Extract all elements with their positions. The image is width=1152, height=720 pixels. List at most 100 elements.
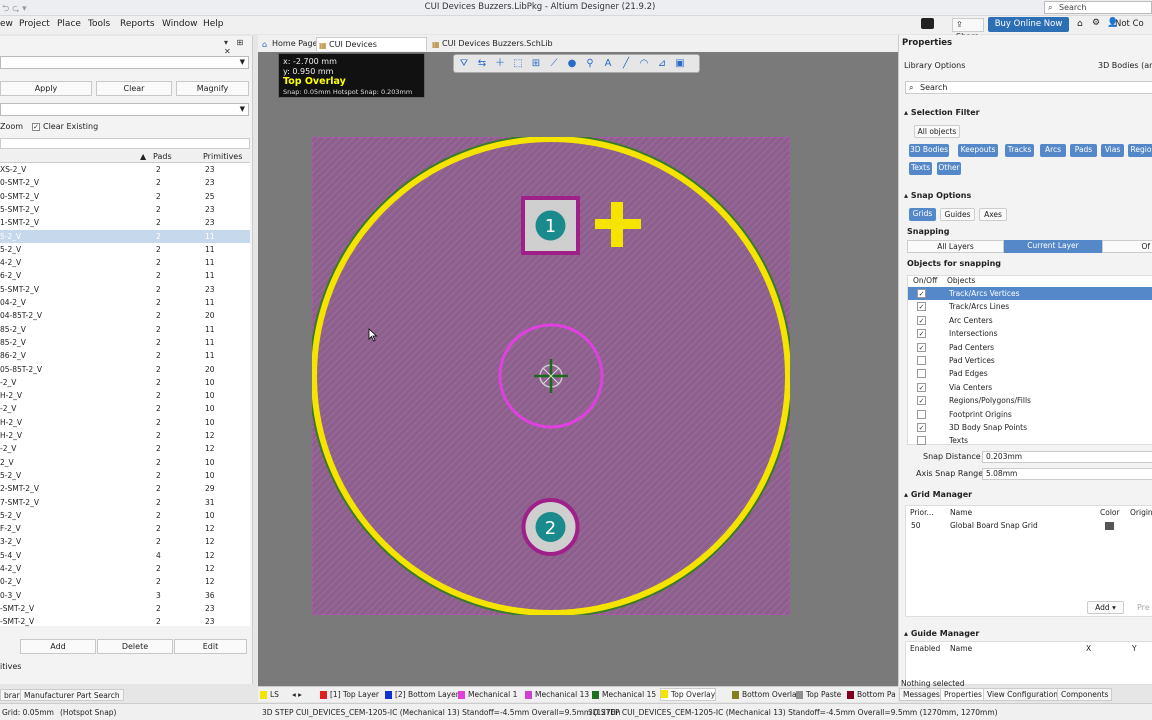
measure-icon[interactable]: ⊿ — [655, 57, 669, 71]
select-rect-icon[interactable]: ⬚ — [511, 57, 525, 71]
menu-help[interactable]: Help — [203, 19, 224, 29]
arc-icon[interactable]: ◠ — [637, 57, 651, 71]
tab-components[interactable]: Components — [1057, 688, 1113, 701]
table-row[interactable]: 3-2_V 2 12 — [0, 535, 250, 548]
col-pads[interactable]: Pads — [153, 152, 172, 161]
table-row[interactable]: XS-2_V 2 23 — [0, 163, 250, 176]
layer-tab[interactable]: Top Overlay — [660, 688, 717, 701]
table-row[interactable]: -2_V 2 10 — [0, 376, 250, 389]
table-row[interactable]: 0-3_V 3 36 — [0, 589, 250, 602]
menu-place[interactable]: Place — [57, 19, 81, 29]
snap-object-row[interactable]: Footprint Origins — [908, 408, 1152, 421]
menu-window[interactable]: Window — [162, 19, 198, 29]
snap-checkbox[interactable] — [917, 436, 926, 446]
zoom-checkbox-label[interactable]: Zoom — [0, 122, 23, 131]
snap-checkbox[interactable]: ✓ — [917, 289, 926, 298]
delete-button[interactable]: Delete — [97, 639, 173, 654]
home-icon[interactable]: ⌂ — [1077, 19, 1083, 29]
snap-checkbox[interactable]: ✓ — [917, 342, 926, 352]
table-row[interactable]: 5-SMT-2_V 2 23 — [0, 203, 250, 216]
menu-tools[interactable]: Tools — [88, 19, 110, 29]
sort-icon[interactable]: ▲ — [140, 152, 146, 161]
table-row[interactable]: 05-85T-2_V 2 20 — [0, 363, 250, 376]
table-row[interactable]: 5-SMT-2_V 2 23 — [0, 283, 250, 296]
snap-distance-input[interactable]: 0.203mm — [982, 451, 1152, 463]
snap-grids-button[interactable]: Grids — [909, 208, 936, 221]
snap-object-row[interactable]: ✓ Via Centers — [908, 381, 1152, 394]
region-icon[interactable]: ▣ — [673, 57, 687, 71]
magnify-button[interactable]: Magnify — [176, 81, 249, 96]
filter-tracks[interactable]: Tracks — [1005, 144, 1034, 157]
route-icon[interactable]: ⇆ — [475, 57, 489, 71]
edit-button[interactable]: Edit — [174, 639, 247, 654]
filter-combo[interactable]: ▼ — [0, 103, 249, 116]
panel-header-icons[interactable]: ▾ ⊞ ✕ — [224, 38, 252, 56]
snap-object-row[interactable]: ✓ Track/Arcs Vertices — [908, 287, 1152, 301]
interactive-route-icon[interactable]: ⟋ — [547, 57, 561, 71]
clear-button[interactable]: Clear — [96, 81, 172, 96]
snap-checkbox[interactable] — [917, 369, 926, 379]
filter-texts[interactable]: Texts — [909, 162, 932, 175]
snapping-off[interactable]: Of — [1102, 240, 1152, 253]
snapping-current-layer[interactable]: Current Layer — [1004, 240, 1102, 253]
table-row[interactable]: 5-2_V 2 10 — [0, 509, 250, 522]
snap-object-row[interactable]: Pad Vertices — [908, 354, 1152, 367]
snap-checkbox[interactable]: ✓ — [917, 396, 926, 406]
mask-combo[interactable]: ▼ — [0, 56, 249, 69]
tab-home-page[interactable]: ⌂ Home Page — [260, 37, 318, 51]
tab-manufacturer-part-search[interactable]: Manufacturer Part Search — [20, 689, 124, 701]
menu-reports[interactable]: Reports — [120, 19, 155, 29]
table-row[interactable]: 85-2_V 2 11 — [0, 323, 250, 336]
table-row[interactable]: -SMT-2_V 2 23 — [0, 615, 250, 628]
table-row[interactable]: 0-SMT-2_V 2 25 — [0, 190, 250, 203]
filter-vias[interactable]: Vias — [1101, 144, 1124, 157]
snap-checkbox[interactable]: ✓ — [917, 329, 926, 339]
layer-tab[interactable]: [2] Bottom Layer — [385, 690, 459, 700]
tab-properties[interactable]: Properties — [940, 688, 986, 701]
table-row[interactable]: H-2_V 2 10 — [0, 389, 250, 402]
add-icon[interactable]: ＋ — [493, 57, 507, 71]
component-filter-field[interactable] — [0, 138, 250, 149]
table-row[interactable]: F-2_V 2 12 — [0, 522, 250, 535]
axis-snap-range-input[interactable]: 5.08mm — [982, 468, 1152, 480]
layer-tab[interactable]: Bottom Pa — [847, 690, 896, 700]
snap-object-row[interactable]: ✓ Intersections — [908, 327, 1152, 340]
snap-object-row[interactable]: ✓ Arc Centers — [908, 314, 1152, 327]
snap-checkbox[interactable] — [917, 409, 926, 419]
layer-tab[interactable]: Mechanical 15 — [592, 690, 656, 700]
buy-online-button[interactable]: Buy Online Now — [988, 17, 1069, 32]
chat-icon[interactable] — [921, 18, 934, 29]
layer-tab[interactable]: Mechanical 1 — [458, 690, 517, 700]
table-row[interactable]: 85-2_V 2 11 — [0, 336, 250, 349]
table-row[interactable]: 5-2_V 2 11 — [0, 229, 250, 243]
layer-scroll-arrows-icon[interactable]: ◂ ▸ — [292, 690, 302, 700]
grid-add-button[interactable]: Add ▾ — [1087, 601, 1124, 614]
table-row[interactable]: 4-2_V 2 12 — [0, 562, 250, 575]
layer-tab[interactable]: Top Paste — [796, 690, 841, 700]
table-row[interactable]: H-2_V 2 12 — [0, 429, 250, 442]
snap-checkbox[interactable] — [917, 356, 926, 365]
grid-color-swatch[interactable] — [1105, 522, 1114, 530]
snap-object-row[interactable]: ✓ 3D Body Snap Points — [908, 421, 1152, 434]
layer-tab[interactable]: LS — [260, 690, 279, 700]
table-row[interactable]: 2-SMT-2_V 2 29 — [0, 482, 250, 495]
snap-checkbox[interactable]: ✓ — [917, 423, 926, 432]
table-row[interactable]: 6-2_V 2 11 — [0, 269, 250, 282]
line-icon[interactable]: ╱ — [619, 57, 633, 71]
table-row[interactable]: 86-2_V 2 11 — [0, 349, 250, 362]
table-row[interactable]: 04-2_V 2 11 — [0, 296, 250, 309]
filter-arcs[interactable]: Arcs — [1040, 144, 1066, 157]
pad-icon[interactable]: ● — [565, 57, 579, 71]
filter-other[interactable]: Other — [937, 162, 961, 175]
snap-guides-button[interactable]: Guides — [940, 208, 975, 221]
table-row[interactable]: 5-2_V 2 10 — [0, 469, 250, 482]
pcb-canvas[interactable]: x: -2.700 mm y: 0.950 mm Top Overlay Sna… — [258, 52, 898, 686]
table-row[interactable]: 04-85T-2_V 2 20 — [0, 309, 250, 322]
layer-tab[interactable]: Bottom Overlay — [732, 690, 801, 700]
snap-object-row[interactable]: ✓ Track/Arcs Lines — [908, 300, 1152, 313]
gear-icon[interactable]: ⚙ — [1092, 18, 1100, 28]
table-row[interactable]: 5-4_V 4 12 — [0, 549, 250, 562]
grid-row[interactable]: 50 Global Board Snap Grid — [906, 519, 1152, 532]
filter-pads[interactable]: Pads — [1070, 144, 1097, 157]
account-status[interactable]: Not Co — [1115, 19, 1144, 29]
